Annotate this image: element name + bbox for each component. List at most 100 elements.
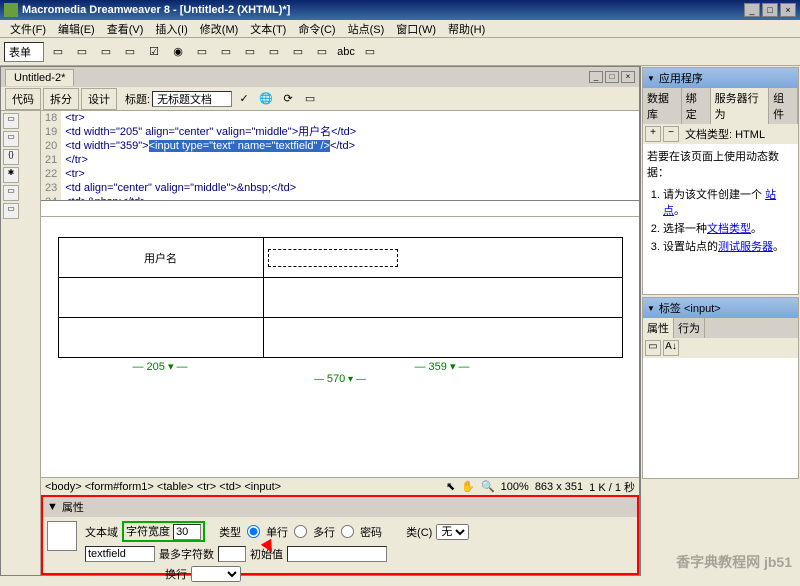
list-view-button[interactable]: A↓ <box>663 340 679 356</box>
filefield-icon[interactable]: ▭ <box>288 42 308 62</box>
hidden-icon[interactable]: ▭ <box>96 42 116 62</box>
window-size[interactable]: 863 x 351 <box>535 481 583 493</box>
refresh-icon[interactable]: ⟳ <box>278 89 298 109</box>
application-panel-title[interactable]: ▼应用程序 <box>643 68 798 88</box>
properties-header[interactable]: ▼属性 <box>43 497 637 517</box>
type-group-label: 类型 <box>219 524 241 540</box>
init-value-input[interactable] <box>287 546 387 562</box>
checkbox-icon[interactable]: ☑ <box>144 42 164 62</box>
class-select[interactable]: 无 <box>436 524 469 540</box>
view-options-icon[interactable]: ▭ <box>300 89 320 109</box>
menu-modify[interactable]: 修改(M) <box>194 21 245 37</box>
download-size: 1 K / 1 秒 <box>589 479 635 495</box>
zoom-value[interactable]: 100% <box>501 481 529 493</box>
menu-file[interactable]: 文件(F) <box>4 21 52 37</box>
window-title: Macromedia Dreamweaver 8 - [Untitled-2 (… <box>22 4 744 16</box>
design-view[interactable]: 用户名 — 205 ▾ — — 359 ▾ — — 570 ▾ — <box>41 217 639 477</box>
gutter-btn[interactable]: ▭ <box>3 131 19 147</box>
form-icon[interactable]: ▭ <box>48 42 68 62</box>
doc-max-button[interactable]: □ <box>605 71 619 83</box>
tag-inspector-title[interactable]: ▼标签 <input> <box>643 298 798 318</box>
type-label: 文本域 <box>85 524 118 540</box>
char-width-input[interactable] <box>173 524 201 540</box>
button-icon[interactable]: ▭ <box>312 42 332 62</box>
tag-selector[interactable]: <body> <form#form1> <table> <tr> <td> <i… <box>41 477 639 495</box>
max-chars-input[interactable] <box>218 546 246 562</box>
menubar: 文件(F) 编辑(E) 查看(V) 插入(I) 修改(M) 文本(T) 命令(C… <box>0 20 800 38</box>
design-view-button[interactable]: 设计 <box>81 88 117 110</box>
menu-edit[interactable]: 编辑(E) <box>52 21 101 37</box>
split-view-button[interactable]: 拆分 <box>43 88 79 110</box>
tab-attributes[interactable]: 属性 <box>643 318 674 338</box>
hand-icon[interactable]: ✋ <box>461 480 475 493</box>
table-cell[interactable] <box>263 238 622 278</box>
fieldset-icon[interactable]: ▭ <box>360 42 380 62</box>
menu-insert[interactable]: 插入(I) <box>149 21 193 37</box>
browser-preview-icon[interactable]: 🌐 <box>256 89 276 109</box>
ruler <box>41 201 639 217</box>
tab-components[interactable]: 组件 <box>769 88 798 124</box>
code-view[interactable]: 18192021222324 <tr> <td width="205" alig… <box>41 111 639 201</box>
properties-panel: ▼属性 文本域 字符宽度 类型 单行 多行 密码 <box>41 495 639 575</box>
menu-help[interactable]: 帮助(H) <box>442 21 491 37</box>
tag-attributes-list[interactable] <box>643 358 798 478</box>
design-table[interactable]: 用户名 <box>58 237 623 358</box>
name-input[interactable] <box>85 546 155 562</box>
select-icon[interactable]: ▭ <box>216 42 236 62</box>
menu-text[interactable]: 文本(T) <box>244 21 292 37</box>
menu-window[interactable]: 窗口(W) <box>390 21 442 37</box>
testserver-link[interactable]: 测试服务器 <box>718 241 773 253</box>
doc-type-label: 文档类型: HTML <box>685 126 765 142</box>
textfield-input[interactable] <box>268 249 398 267</box>
textfield-icon[interactable]: ▭ <box>72 42 92 62</box>
insert-category-dropdown[interactable]: 表单 <box>4 42 44 62</box>
gutter-btn[interactable]: {} <box>3 149 19 165</box>
radio-icon[interactable]: ◉ <box>168 42 188 62</box>
code-view-button[interactable]: 代码 <box>5 88 41 110</box>
gutter-btn[interactable]: ▭ <box>3 185 19 201</box>
gutter-btn[interactable]: ✱ <box>3 167 19 183</box>
doc-close-button[interactable]: × <box>621 71 635 83</box>
minus-button[interactable]: − <box>663 126 679 142</box>
width-indicator: — 359 ▾ — <box>263 360 622 373</box>
menu-command[interactable]: 命令(C) <box>292 21 341 37</box>
zoom-icon[interactable]: 🔍 <box>481 480 495 493</box>
maximize-button[interactable]: □ <box>762 3 778 17</box>
tab-behaviors[interactable]: 行为 <box>674 318 705 338</box>
jumpmenu-icon[interactable]: ▭ <box>240 42 260 62</box>
password-radio[interactable] <box>341 525 354 538</box>
table-cell[interactable] <box>58 278 263 318</box>
label-icon[interactable]: abc <box>336 42 356 62</box>
wrap-select[interactable] <box>191 566 241 582</box>
minimize-button[interactable]: _ <box>744 3 760 17</box>
single-line-radio[interactable] <box>247 525 260 538</box>
doctype-link[interactable]: 文档类型 <box>707 223 751 235</box>
tab-bindings[interactable]: 绑定 <box>682 88 711 124</box>
category-view-button[interactable]: ▭ <box>645 340 661 356</box>
textarea-icon[interactable]: ▭ <box>120 42 140 62</box>
wrap-label: 换行 <box>165 566 187 582</box>
multi-line-radio[interactable] <box>294 525 307 538</box>
imagefield-icon[interactable]: ▭ <box>264 42 284 62</box>
close-button[interactable]: × <box>780 3 796 17</box>
doc-min-button[interactable]: _ <box>589 71 603 83</box>
table-cell[interactable] <box>58 318 263 358</box>
table-cell[interactable]: 用户名 <box>58 238 263 278</box>
gutter-btn[interactable]: ▭ <box>3 203 19 219</box>
right-panel-group: ▼应用程序 数据库 绑定 服务器行为 组件 + − 文档类型: HTML 若要在… <box>640 66 800 576</box>
menu-site[interactable]: 站点(S) <box>342 21 391 37</box>
line-numbers: 18192021222324 <box>41 111 61 200</box>
plus-button[interactable]: + <box>645 126 661 142</box>
gutter-btn[interactable]: ▭ <box>3 113 19 129</box>
table-cell[interactable] <box>263 318 622 358</box>
document-tab[interactable]: Untitled-2* <box>5 69 74 86</box>
tab-server-behaviors[interactable]: 服务器行为 <box>711 88 770 124</box>
validate-icon[interactable]: ✓ <box>234 89 254 109</box>
table-cell[interactable] <box>263 278 622 318</box>
app-icon <box>4 3 18 17</box>
title-input[interactable] <box>152 91 232 107</box>
tab-database[interactable]: 数据库 <box>643 88 682 124</box>
menu-view[interactable]: 查看(V) <box>101 21 150 37</box>
pointer-icon[interactable]: ⬉ <box>446 480 455 493</box>
radiogroup-icon[interactable]: ▭ <box>192 42 212 62</box>
